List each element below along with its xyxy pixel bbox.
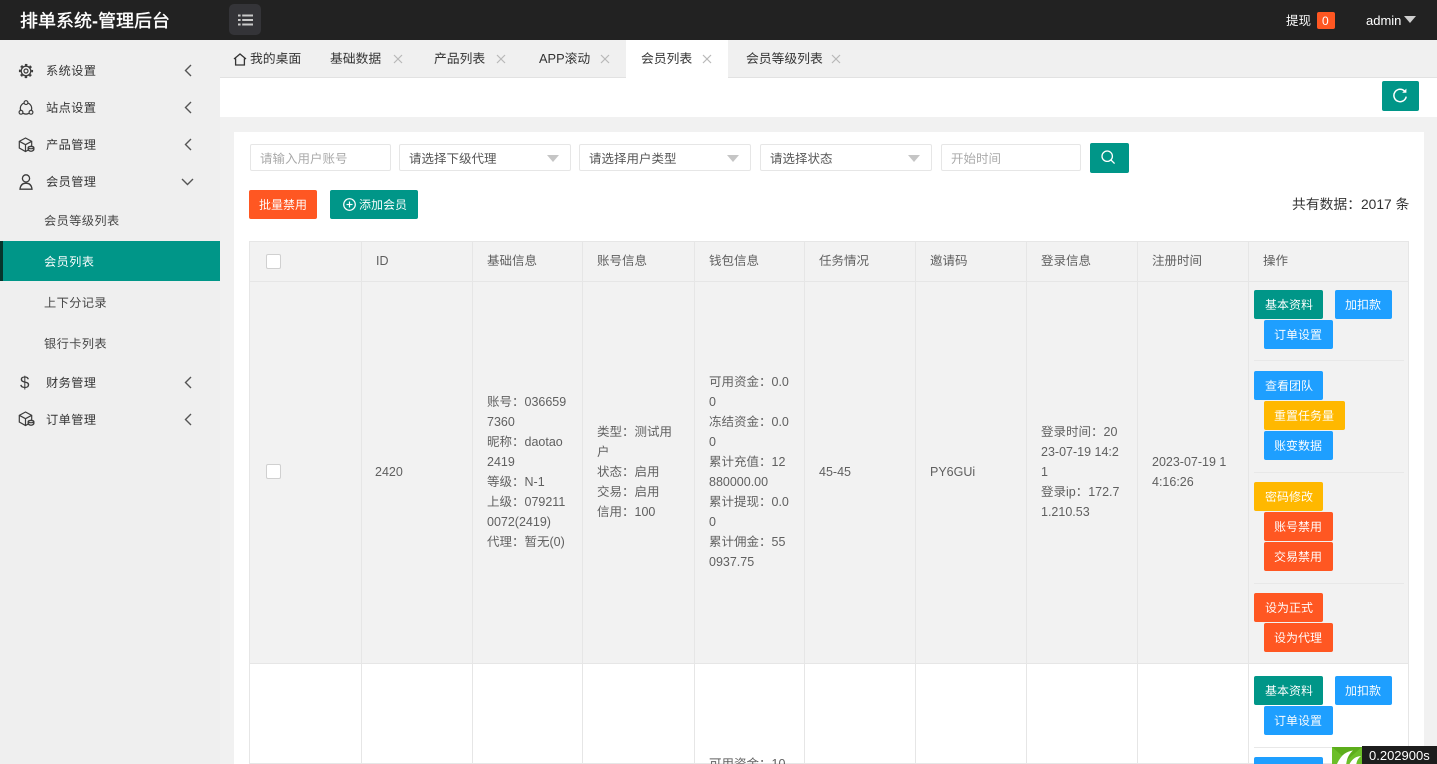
svg-text:4:16:26: 4:16:26 xyxy=(1152,475,1194,489)
svg-text:7360: 7360 xyxy=(487,415,515,429)
svg-text:$: $ xyxy=(20,373,30,392)
svg-text:45-45: 45-45 xyxy=(819,465,851,479)
svg-text:daotao: daotao xyxy=(524,435,562,449)
svg-text:079211: 079211 xyxy=(524,495,565,509)
svg-text:0.0: 0.0 xyxy=(771,415,788,429)
svg-text:PY6GUi: PY6GUi xyxy=(930,465,975,479)
svg-text:0: 0 xyxy=(709,395,716,409)
svg-text:APP: APP xyxy=(539,51,565,66)
svg-text:172.7: 172.7 xyxy=(1088,485,1119,499)
svg-text:2023-07-19 1: 2023-07-19 1 xyxy=(1152,455,1226,469)
svg-text:0937.75: 0937.75 xyxy=(709,555,754,569)
svg-text:1.210.53: 1.210.53 xyxy=(1041,505,1090,519)
svg-text:2420: 2420 xyxy=(375,465,403,479)
svg-text:55: 55 xyxy=(771,535,785,549)
svg-text:-: - xyxy=(92,11,98,31)
svg-text:12: 12 xyxy=(771,455,785,469)
svg-text:0: 0 xyxy=(1322,14,1329,28)
svg-text:23-07-19 14:2: 23-07-19 14:2 xyxy=(1041,445,1119,459)
svg-text:880000.00: 880000.00 xyxy=(709,475,768,489)
svg-text:036659: 036659 xyxy=(524,395,566,409)
svg-text:admin: admin xyxy=(1366,13,1401,28)
svg-text:10: 10 xyxy=(771,757,785,764)
svg-text:ID: ID xyxy=(376,254,389,268)
svg-text:20: 20 xyxy=(1104,425,1118,439)
svg-text:0072(2419): 0072(2419) xyxy=(487,515,551,529)
svg-text:(0): (0) xyxy=(549,535,564,549)
svg-text:0.202900s: 0.202900s xyxy=(1369,748,1430,763)
svg-text:100: 100 xyxy=(635,505,656,519)
svg-text:0: 0 xyxy=(709,515,716,529)
svg-text:1: 1 xyxy=(1041,465,1048,479)
svg-text:0.0: 0.0 xyxy=(771,495,788,509)
svg-text:ip: ip xyxy=(1066,485,1076,499)
svg-text:2419: 2419 xyxy=(487,455,515,469)
svg-text:0.0: 0.0 xyxy=(771,375,788,389)
svg-text:0: 0 xyxy=(709,435,716,449)
svg-text:2017: 2017 xyxy=(1361,197,1392,212)
svg-text:N-1: N-1 xyxy=(524,475,544,489)
